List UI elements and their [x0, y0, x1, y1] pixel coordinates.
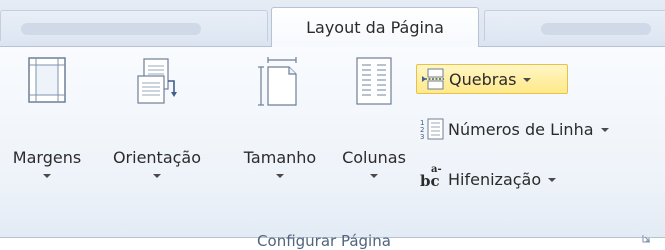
breaks-dropdown-arrow-icon: [523, 78, 532, 82]
breaks-button[interactable]: Quebras: [416, 64, 568, 94]
tab-page-layout[interactable]: Layout da Página: [271, 7, 479, 47]
margins-dropdown-arrow-icon: [43, 174, 51, 178]
group-label-page-setup: Configurar Página: [257, 232, 391, 250]
size-label: Tamanho: [243, 148, 317, 167]
line-numbers-label: Números de Linha: [448, 119, 594, 139]
tab-blurred-left[interactable]: [0, 10, 268, 41]
svg-text:3: 3: [420, 133, 424, 141]
margins-label: Margens: [12, 148, 82, 167]
columns-button[interactable]: Colunas: [336, 57, 412, 187]
hyphenation-button[interactable]: bc a- Hifenização: [416, 164, 616, 194]
hyphenation-icon: bc a-: [420, 164, 444, 191]
line-numbers-icon: 1 2 3: [420, 118, 444, 141]
line-numbers-dropdown-arrow-icon: [600, 128, 609, 132]
orientation-dropdown-arrow-icon: [153, 174, 161, 178]
hyphenation-label: Hifenização: [448, 169, 542, 189]
ribbon-tab-strip: Layout da Página: [0, 0, 665, 47]
breaks-label: Quebras: [449, 69, 517, 89]
columns-label: Colunas: [342, 148, 406, 167]
ribbon-window: Layout da Página Margens Orientação Tama…: [0, 0, 665, 250]
hyphenation-dropdown-arrow-icon: [548, 178, 557, 182]
tab-page-layout-label: Layout da Página: [306, 18, 444, 37]
margins-button[interactable]: Margens: [13, 57, 81, 187]
tab-blurred-right[interactable]: [484, 10, 665, 41]
orientation-label: Orientação: [112, 148, 202, 167]
line-numbers-button[interactable]: 1 2 3 Números de Linha: [416, 114, 661, 144]
columns-dropdown-arrow-icon: [370, 174, 378, 178]
orientation-icon: [137, 58, 177, 104]
blurred-tab-text: [541, 23, 651, 35]
margins-icon: [28, 57, 66, 103]
orientation-button[interactable]: Orientação: [88, 57, 226, 187]
columns-icon: [356, 57, 392, 105]
size-dropdown-arrow-icon: [276, 174, 284, 178]
size-button[interactable]: Tamanho: [232, 57, 328, 187]
hyphenation-icon-super: a-: [431, 164, 442, 175]
dialog-launcher-icon[interactable]: [642, 234, 651, 243]
size-icon: [258, 57, 297, 106]
blurred-tab-text: [21, 23, 201, 35]
breaks-icon: [422, 68, 444, 90]
